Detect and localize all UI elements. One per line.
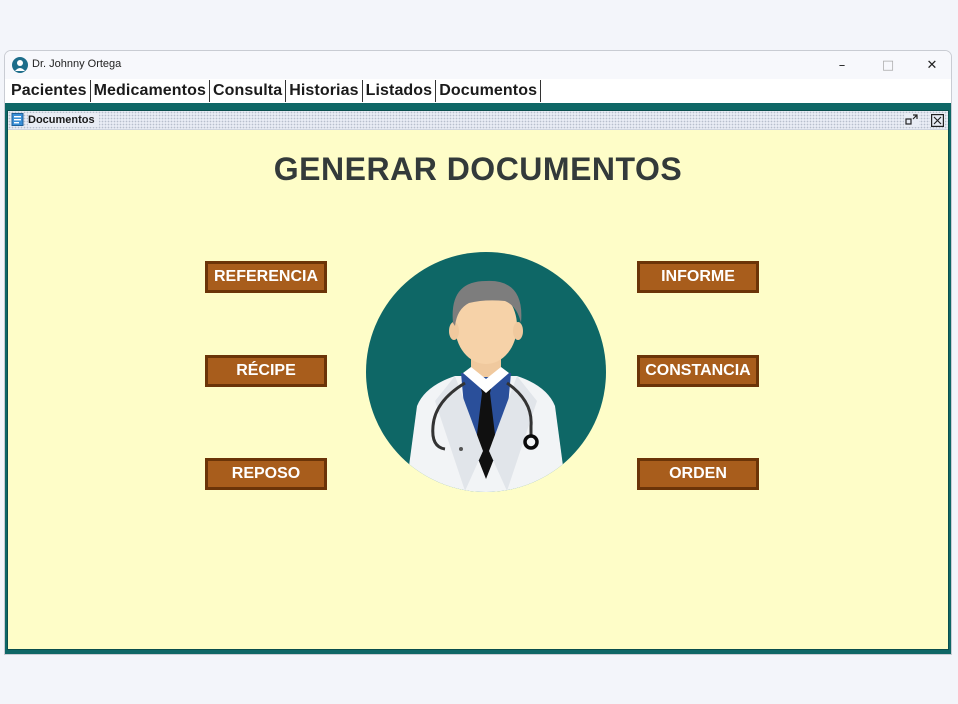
restore-button[interactable] (904, 113, 919, 127)
menu-consulta[interactable]: Consulta (210, 80, 287, 102)
child-window-title: Documentos (28, 113, 99, 127)
menu-documentos[interactable]: Documentos (436, 80, 542, 102)
minimize-button[interactable]: – (819, 51, 865, 79)
minimize-icon: – (838, 57, 846, 73)
orden-button[interactable]: ORDEN (637, 458, 759, 490)
menu-historias[interactable]: Historias (286, 80, 363, 102)
menu-bar: Pacientes Medicamentos Consulta Historia… (5, 79, 951, 103)
window-title: Dr. Johnny Ortega (32, 58, 122, 70)
page-title: GENERAR DOCUMENTOS (273, 151, 683, 187)
doctor-illustration (366, 252, 606, 492)
documentos-window: Documentos GENERAR DOCUMENTOS REFERENCIA (7, 110, 949, 650)
app-window: Dr. Johnny Ortega – □ ✕ Pacientes Medica… (4, 50, 952, 655)
doctor-app-icon (12, 57, 28, 73)
close-button[interactable]: ✕ (909, 51, 951, 79)
close-icon: ✕ (926, 57, 938, 73)
informe-button[interactable]: INFORME (637, 261, 759, 293)
recipe-button[interactable]: RÉCIPE (205, 355, 327, 387)
menu-medicamentos[interactable]: Medicamentos (91, 80, 210, 102)
mdi-area: Documentos GENERAR DOCUMENTOS REFERENCIA (5, 103, 951, 654)
referencia-button[interactable]: REFERENCIA (205, 261, 327, 293)
menu-pacientes[interactable]: Pacientes (8, 80, 91, 102)
menu-listados[interactable]: Listados (363, 80, 437, 102)
child-close-button[interactable] (930, 113, 945, 127)
child-title-bar[interactable]: Documentos (8, 111, 948, 130)
reposo-button[interactable]: REPOSO (205, 458, 327, 490)
document-icon (11, 113, 24, 126)
restore-icon (905, 114, 918, 125)
constancia-button[interactable]: CONSTANCIA (637, 355, 759, 387)
maximize-icon: □ (881, 57, 895, 73)
title-bar: Dr. Johnny Ortega – □ ✕ (5, 51, 951, 79)
maximize-button[interactable]: □ (865, 51, 911, 79)
child-close-icon (931, 113, 944, 127)
